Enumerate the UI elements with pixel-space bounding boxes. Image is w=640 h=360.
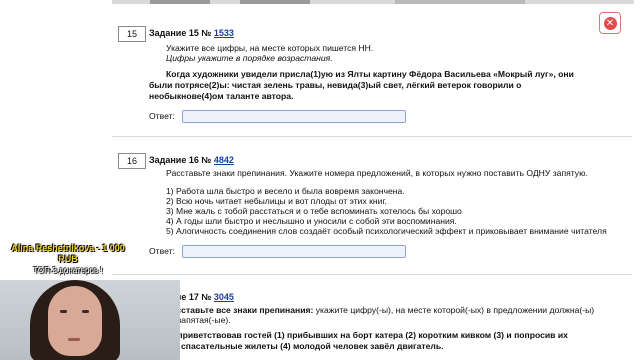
task-16-title-prefix: Задание 16 № xyxy=(149,155,212,165)
webcam-feed xyxy=(0,280,180,360)
task-17-instruction-rest: укажите цифру(-ы), на месте которой(-ых)… xyxy=(313,305,595,315)
close-icon: ✕ xyxy=(603,16,617,30)
task-16-number-box: 16 xyxy=(118,153,146,169)
divider xyxy=(112,136,632,137)
close-button[interactable]: ✕ xyxy=(599,12,621,34)
task-15-instruction-2: Цифры укажите в порядке возрастания. xyxy=(166,53,333,63)
webcam-face xyxy=(48,286,102,356)
task-15-sentence-line-3: необыкнове(4)ом таланте автора. xyxy=(149,91,294,101)
task-16-answer-input[interactable] xyxy=(182,245,406,258)
task-15-sentence-line-2: были потрясе(2)ы: чистая зелень травы, н… xyxy=(149,80,522,90)
task-16-instruction: Расставьте знаки препинания. Укажите ном… xyxy=(166,168,588,178)
task-17-instruction: Расставьте все знаки препинания: укажите… xyxy=(166,305,594,315)
donation-message: ТОП-3 донатеров ! xyxy=(33,266,103,275)
task-16-item: 1) Работа шла быстро и весело и была вов… xyxy=(166,186,405,196)
donation-overlay: Alina Reshetnikova - 1 000 RUB ТОП-3 дон… xyxy=(4,243,132,276)
task-15-answer-label: Ответ: xyxy=(149,111,175,121)
right-margin xyxy=(634,0,640,360)
webcam-eye xyxy=(82,310,89,313)
task-17-instruction-bold: Расставьте все знаки препинания: xyxy=(166,305,314,315)
task-17-link[interactable]: 3045 xyxy=(214,292,234,302)
webcam-eye xyxy=(60,310,67,313)
task-17-sentence-line-2: надеть спасательные жилеты (4) молодой ч… xyxy=(149,341,444,351)
donation-donor: Alina Reshetnikova - 1 000 xyxy=(11,243,125,253)
task-16-title: Задание 16 № 4842 xyxy=(149,155,234,165)
task-15-sentence-line-1: Когда художники увидели присла(1)ую из Я… xyxy=(166,69,574,79)
task-16-item: 5) Алогичность соединения слов создаёт о… xyxy=(166,226,607,236)
task-15-link[interactable]: 1533 xyxy=(214,28,234,38)
task-15-answer-input[interactable] xyxy=(182,110,406,123)
donation-currency: RUB xyxy=(58,254,78,264)
webcam-mouth xyxy=(68,338,80,341)
task-16-link[interactable]: 4842 xyxy=(214,155,234,165)
divider xyxy=(112,274,632,275)
task-15-title-prefix: Задание 15 № xyxy=(149,28,212,38)
task-16-item: 4) А годы шли быстро и неслышно и уносил… xyxy=(166,216,457,226)
tasks-page: 15 Задание 15 № 1533 Укажите все цифры, … xyxy=(112,4,640,360)
task-16-item: 2) Всю ночь читает небылицы и вот плоды … xyxy=(166,196,387,206)
task-15-instruction: Укажите все цифры, на месте которых пише… xyxy=(166,43,374,53)
task-16-answer-label: Ответ: xyxy=(149,246,175,256)
task-17-sentence-line-1: Поприветствовав гостей (1) прибывших на … xyxy=(166,330,568,340)
task-15-number-box: 15 xyxy=(118,26,146,42)
task-15-title: Задание 15 № 1533 xyxy=(149,28,234,38)
task-16-item: 3) Мне жаль с тобой расстаться и о тебе … xyxy=(166,206,462,216)
